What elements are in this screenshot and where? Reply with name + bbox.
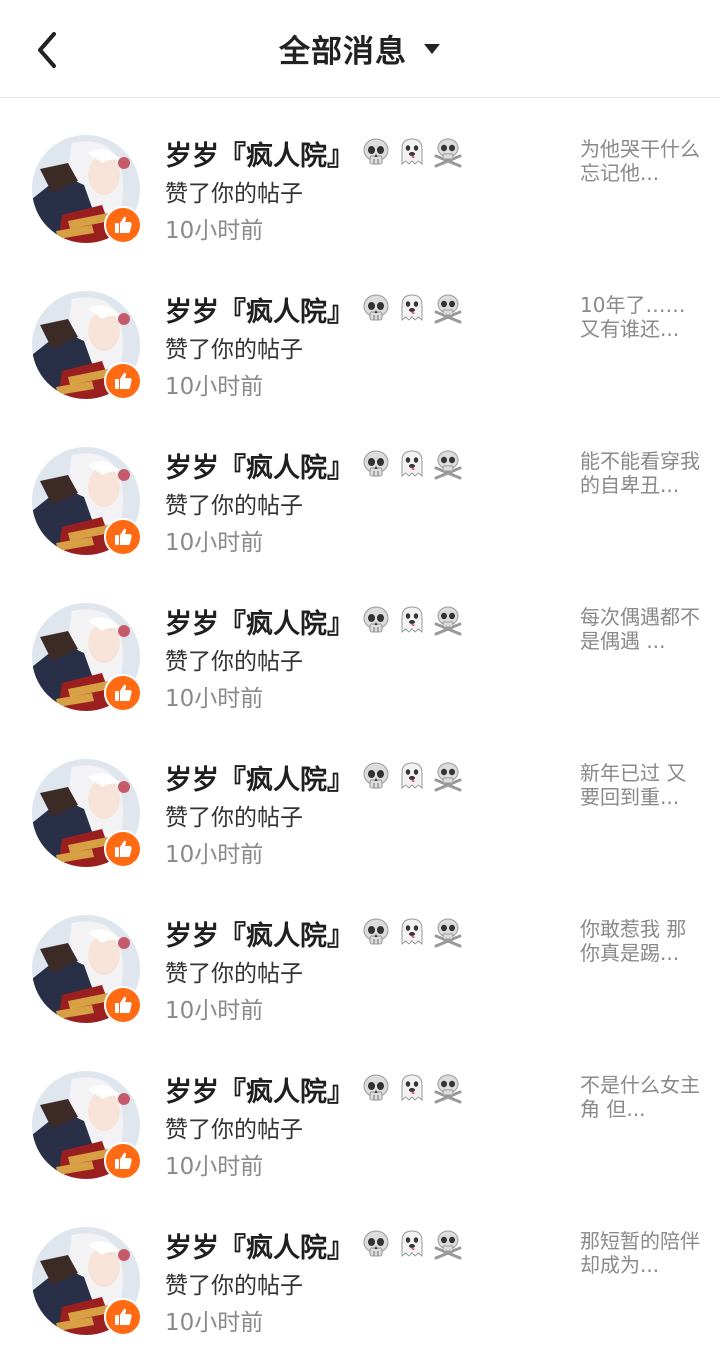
skull-crossbones-icon [434, 606, 462, 636]
skull-icon [363, 138, 389, 165]
ghost-icon [401, 918, 423, 946]
skull-icon [363, 1230, 389, 1257]
notification-item[interactable]: 岁岁『疯人院』 [0, 878, 720, 1034]
skull-icon [363, 918, 389, 945]
skull-icon [363, 450, 389, 477]
top-bar: 全部消息 [0, 0, 720, 98]
post-excerpt[interactable]: 每次偶遇都不是偶遇 ... [580, 605, 700, 653]
like-badge [104, 1142, 142, 1180]
timestamp: 10小时前 [165, 218, 264, 244]
skull-icon [363, 606, 389, 633]
action-text: 赞了你的帖子 [165, 493, 303, 519]
post-excerpt[interactable]: 不是什么女主角 但... [580, 1073, 700, 1121]
timestamp: 10小时前 [165, 686, 264, 712]
username[interactable]: 岁岁『疯人院』 [165, 290, 354, 329]
timestamp: 10小时前 [165, 998, 264, 1024]
emoji-group [360, 292, 464, 324]
notification-item[interactable]: 岁岁『疯人院』 [0, 254, 720, 410]
thumbs-up-icon [115, 840, 132, 857]
action-text: 赞了你的帖子 [165, 805, 303, 831]
like-badge [104, 206, 142, 244]
emoji-group [360, 448, 464, 480]
ghost-icon [401, 1074, 423, 1102]
thumbs-up-icon [115, 216, 132, 233]
emoji-group [360, 1072, 464, 1104]
action-text: 赞了你的帖子 [165, 1117, 303, 1143]
username[interactable]: 岁岁『疯人院』 [165, 1226, 354, 1265]
skull-icon [363, 762, 389, 789]
notification-item[interactable]: 岁岁『疯人院』 [0, 98, 720, 254]
action-text: 赞了你的帖子 [165, 961, 303, 987]
post-excerpt[interactable]: 为他哭干什么 忘记他... [580, 137, 700, 185]
skull-crossbones-icon [434, 762, 462, 792]
skull-crossbones-icon [434, 1230, 462, 1260]
ghost-icon [401, 762, 423, 790]
notification-item[interactable]: 岁岁『疯人院』 [0, 1034, 720, 1190]
skull-crossbones-icon [434, 1074, 462, 1104]
post-excerpt[interactable]: 能不能看穿我的自卑丑... [580, 449, 700, 497]
username[interactable]: 岁岁『疯人院』 [165, 914, 354, 953]
like-badge [104, 986, 142, 1024]
emoji-group [360, 1228, 464, 1260]
skull-crossbones-icon [434, 138, 462, 168]
skull-crossbones-icon [434, 918, 462, 948]
notification-item[interactable]: 岁岁『疯人院』 [0, 722, 720, 878]
username[interactable]: 岁岁『疯人院』 [165, 602, 354, 641]
skull-icon [363, 294, 389, 321]
post-excerpt[interactable]: 新年已过 又要回到重... [580, 761, 700, 809]
title-dropdown[interactable]: 全部消息 [0, 0, 720, 97]
emoji-group [360, 136, 464, 168]
skull-crossbones-icon [434, 450, 462, 480]
timestamp: 10小时前 [165, 1154, 264, 1180]
caret-down-icon [424, 43, 440, 54]
ghost-icon [401, 138, 423, 166]
emoji-group [360, 604, 464, 636]
post-excerpt[interactable]: 你敢惹我 那你真是踢... [580, 917, 700, 965]
post-excerpt[interactable]: 那短暂的陪伴 却成为... [580, 1229, 700, 1277]
timestamp: 10小时前 [165, 530, 264, 556]
action-text: 赞了你的帖子 [165, 337, 303, 363]
emoji-group [360, 760, 464, 792]
skull-crossbones-icon [434, 294, 462, 324]
like-badge [104, 1298, 142, 1336]
like-badge [104, 518, 142, 556]
timestamp: 10小时前 [165, 1310, 264, 1336]
username[interactable]: 岁岁『疯人院』 [165, 758, 354, 797]
username[interactable]: 岁岁『疯人院』 [165, 446, 354, 485]
username[interactable]: 岁岁『疯人院』 [165, 1070, 354, 1109]
ghost-icon [401, 1230, 423, 1258]
username[interactable]: 岁岁『疯人院』 [165, 134, 354, 173]
action-text: 赞了你的帖子 [165, 649, 303, 675]
like-badge [104, 830, 142, 868]
skull-icon [363, 1074, 389, 1101]
notification-item[interactable]: 岁岁『疯人院』 [0, 1190, 720, 1346]
notification-list: 岁岁『疯人院』 赞了你的帖子 10小时前 为他哭干什么 忘记他... 岁岁『疯人… [0, 98, 720, 1346]
like-badge [104, 362, 142, 400]
emoji-group [360, 916, 464, 948]
action-text: 赞了你的帖子 [165, 181, 303, 207]
like-badge [104, 674, 142, 712]
page-title: 全部消息 [279, 34, 407, 70]
thumbs-up-icon [115, 372, 132, 389]
timestamp: 10小时前 [165, 374, 264, 400]
action-text: 赞了你的帖子 [165, 1273, 303, 1299]
timestamp: 10小时前 [165, 842, 264, 868]
thumbs-up-icon [115, 996, 132, 1013]
thumbs-up-icon [115, 528, 132, 545]
ghost-icon [401, 606, 423, 634]
thumbs-up-icon [115, 1152, 132, 1169]
ghost-icon [401, 450, 423, 478]
ghost-icon [401, 294, 423, 322]
thumbs-up-icon [115, 684, 132, 701]
notification-item[interactable]: 岁岁『疯人院』 [0, 566, 720, 722]
thumbs-up-icon [115, 1308, 132, 1325]
post-excerpt[interactable]: 10年了……又有谁还... [580, 293, 700, 341]
notification-item[interactable]: 岁岁『疯人院』 [0, 410, 720, 566]
